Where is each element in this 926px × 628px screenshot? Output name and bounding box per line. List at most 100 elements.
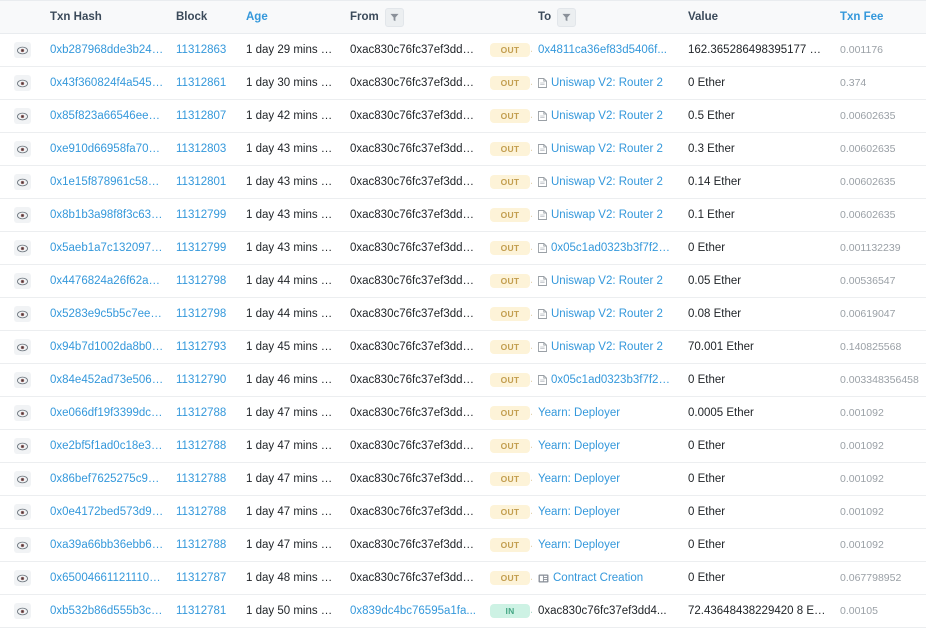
eye-icon[interactable] [13, 207, 31, 223]
eye-icon[interactable] [13, 570, 31, 586]
to-address-link[interactable]: Uniswap V2: Router 2 [551, 176, 663, 188]
to-address-link[interactable]: Uniswap V2: Router 2 [551, 341, 663, 353]
txn-hash-link[interactable]: 0x43f360824f4a545a1b... [50, 77, 164, 89]
block-link[interactable]: 11312861 [176, 77, 226, 89]
to-address-link[interactable]: 0x05c1ad0323b3f7f25c... [551, 374, 676, 386]
to-address-link[interactable]: Uniswap V2: Router 2 [551, 308, 663, 320]
txn-hash-link[interactable]: 0x8b1b3a98f8f3c6396c... [50, 209, 164, 221]
block-link[interactable]: 11312798 [176, 308, 226, 320]
column-header-to: To [532, 0, 682, 34]
to-address-link[interactable]: Yearn: Deployer [538, 473, 620, 485]
to-address-link[interactable]: Uniswap V2: Router 2 [551, 143, 663, 155]
to-address-link[interactable]: Uniswap V2: Router 2 [551, 77, 663, 89]
eye-icon[interactable] [13, 108, 31, 124]
block-link[interactable]: 11312801 [176, 176, 226, 188]
contract-document-icon [538, 111, 547, 121]
eye-icon[interactable] [13, 273, 31, 289]
eye-icon[interactable] [13, 537, 31, 553]
block-link[interactable]: 11312781 [176, 605, 226, 617]
txn-hash-link[interactable]: 0x85f823a66546ee55b... [50, 110, 164, 122]
transactions-table: Txn Hash Block Age From To Value Txn Fee… [0, 0, 926, 628]
block-link[interactable]: 11312799 [176, 209, 226, 221]
direction-badge: OUT [490, 241, 530, 255]
to-address-link[interactable]: Contract Creation [553, 572, 643, 584]
block-link[interactable]: 11312788 [176, 473, 226, 485]
column-header-txn-fee[interactable]: Txn Fee [834, 0, 926, 34]
eye-icon[interactable] [13, 174, 31, 190]
to-address-link[interactable]: 0x05c1ad0323b3f7f25c... [551, 242, 676, 254]
direction-badge: OUT [490, 307, 530, 321]
direction-badge: OUT [490, 208, 530, 222]
block-link[interactable]: 11312863 [176, 44, 226, 56]
txn-hash-link[interactable]: 0x84e452ad73e506c28... [50, 374, 164, 386]
eye-icon[interactable] [13, 438, 31, 454]
value-text: 162.365286498395177 Ether [688, 44, 834, 56]
cell-direction: OUT [484, 165, 532, 199]
eye-icon[interactable] [13, 471, 31, 487]
eye-icon[interactable] [13, 306, 31, 322]
txn-hash-link[interactable]: 0xe910d66958fa703a5... [50, 143, 164, 155]
value-text: 0.08 Ether [688, 308, 742, 320]
txn-hash-link[interactable]: 0x650046611211104ae... [50, 572, 164, 584]
from-address-text: 0xac830c76fc37ef3dd4... [350, 439, 478, 452]
from-address-text: 0xac830c76fc37ef3dd4... [350, 208, 478, 221]
block-link[interactable]: 11312799 [176, 242, 226, 254]
filter-funnel-icon[interactable] [384, 7, 404, 27]
block-link[interactable]: 11312793 [176, 341, 226, 353]
txn-hash-link[interactable]: 0x4476824a26f62ab04... [50, 275, 164, 287]
from-address-link[interactable]: 0x839dc4bc76595a1fa... [350, 605, 476, 617]
block-link[interactable]: 11312787 [176, 572, 226, 584]
eye-icon[interactable] [13, 603, 31, 619]
txn-hash-link[interactable]: 0x94b7d1002da8b0e37... [50, 341, 164, 353]
txn-hash-link[interactable]: 0x1e15f878961c58da4... [50, 176, 164, 188]
cell-block: 11312798 [170, 297, 240, 331]
to-address-link[interactable]: Yearn: Deployer [538, 539, 620, 551]
eye-icon[interactable] [13, 75, 31, 91]
eye-icon[interactable] [13, 405, 31, 421]
txn-hash-link[interactable]: 0x86bef7625275c9168... [50, 473, 164, 485]
to-address-link[interactable]: Uniswap V2: Router 2 [551, 209, 663, 221]
cell-value: 72.43648438229420 8 Ether [682, 594, 834, 628]
cell-age: 1 day 47 mins ago [240, 462, 344, 496]
txn-hash-link[interactable]: 0x0e4172bed573d942c... [50, 506, 164, 518]
txn-hash-link[interactable]: 0x5aeb1a7c132097e7f... [50, 242, 164, 254]
eye-icon[interactable] [13, 42, 31, 58]
eye-icon[interactable] [13, 240, 31, 256]
to-address-link[interactable]: Uniswap V2: Router 2 [551, 110, 663, 122]
block-link[interactable]: 11312788 [176, 440, 226, 452]
cell-value: 0 Ether [682, 66, 834, 100]
cell-age: 1 day 43 mins ago [240, 165, 344, 199]
block-link[interactable]: 11312803 [176, 143, 226, 155]
to-address-link[interactable]: Yearn: Deployer [538, 506, 620, 518]
column-header-age[interactable]: Age [240, 0, 344, 34]
cell-direction: OUT [484, 429, 532, 463]
txn-fee-text: 0.003348356458 [840, 374, 919, 386]
block-link[interactable]: 11312788 [176, 407, 226, 419]
eye-icon[interactable] [13, 372, 31, 388]
block-link[interactable]: 11312788 [176, 506, 226, 518]
txn-hash-link[interactable]: 0xb287968dde3b247a3... [50, 44, 164, 56]
cell-age: 1 day 47 mins ago [240, 396, 344, 430]
cell-preview [0, 264, 44, 298]
txn-hash-link[interactable]: 0x5283e9c5b5c7ee161... [50, 308, 164, 320]
to-address-link[interactable]: 0x4811ca36ef83d5406f... [538, 44, 667, 56]
txn-hash-link[interactable]: 0xb532b86d555b3ce28... [50, 605, 164, 617]
to-address-link[interactable]: Yearn: Deployer [538, 407, 620, 419]
txn-hash-link[interactable]: 0xe2bf5f1ad0c18e3f7b... [50, 440, 164, 452]
block-link[interactable]: 11312788 [176, 539, 226, 551]
block-link[interactable]: 11312790 [176, 374, 226, 386]
filter-funnel-icon[interactable] [557, 7, 577, 27]
eye-icon[interactable] [13, 339, 31, 355]
block-link[interactable]: 11312798 [176, 275, 226, 287]
from-address-text: 0xac830c76fc37ef3dd4... [350, 241, 478, 254]
txn-hash-link[interactable]: 0xe066df19f3399dc78f... [50, 407, 164, 419]
to-address-link[interactable]: Yearn: Deployer [538, 440, 620, 452]
cell-age: 1 day 44 mins ago [240, 264, 344, 298]
to-address-link[interactable]: Uniswap V2: Router 2 [551, 275, 663, 287]
cell-to: Yearn: Deployer [532, 429, 682, 463]
txn-hash-link[interactable]: 0xa39a66bb36ebb616e... [50, 539, 164, 551]
table-row: 0xb287968dde3b247a3... 11312863 1 day 29 m… [0, 33, 926, 67]
eye-icon[interactable] [13, 504, 31, 520]
eye-icon[interactable] [13, 141, 31, 157]
block-link[interactable]: 11312807 [176, 110, 226, 122]
